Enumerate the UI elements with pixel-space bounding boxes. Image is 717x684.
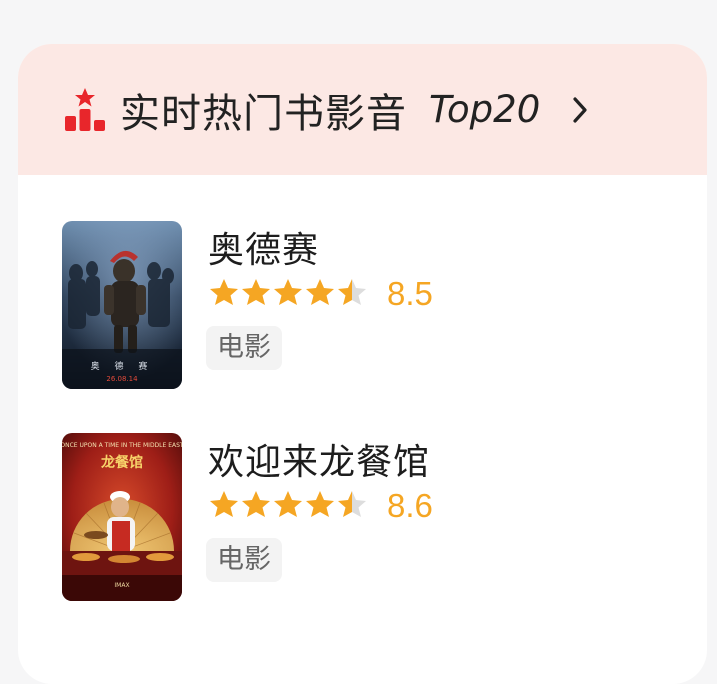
hot-ranking-card: 实时热门书影音 Top20 奥 德 赛 26.08.14 奥德赛 8.5 电影 … [18,44,707,684]
svg-text:ONCE UPON A TIME IN THE MIDDLE: ONCE UPON A TIME IN THE MIDDLE EAST [62,442,182,449]
item-title: 奥德赛 [208,230,320,271]
ranking-top-label: Top20 [429,88,541,131]
poster-date: 26.08.14 [106,375,138,383]
rating-score: 8.6 [387,487,433,524]
ranking-title: 实时热门书影音 [120,90,407,137]
list-item[interactable]: 奥 德 赛 26.08.14 奥德赛 8.5 电影 [62,221,682,391]
category-tag: 电影 [206,326,282,370]
chevron-right-icon[interactable] [570,95,590,125]
rating-stars [208,277,368,309]
svg-text:龙餐馆: 龙餐馆 [100,454,143,471]
svg-text:IMAX: IMAX [114,582,129,589]
item-title: 欢迎来龙餐馆 [208,442,431,483]
svg-text:奥 德 赛: 奥 德 赛 [91,360,154,372]
list-item[interactable]: ONCE UPON A TIME IN THE MIDDLE EAST 龙餐馆 [62,433,682,603]
rating-stars [208,489,368,521]
ranking-icon [64,87,106,132]
category-tag: 电影 [206,538,282,582]
poster-image: 奥 德 赛 26.08.14 [62,221,182,389]
ranking-header[interactable]: 实时热门书影音 Top20 [18,44,707,175]
poster-image: ONCE UPON A TIME IN THE MIDDLE EAST 龙餐馆 [62,433,182,601]
rating-score: 8.5 [387,275,433,312]
